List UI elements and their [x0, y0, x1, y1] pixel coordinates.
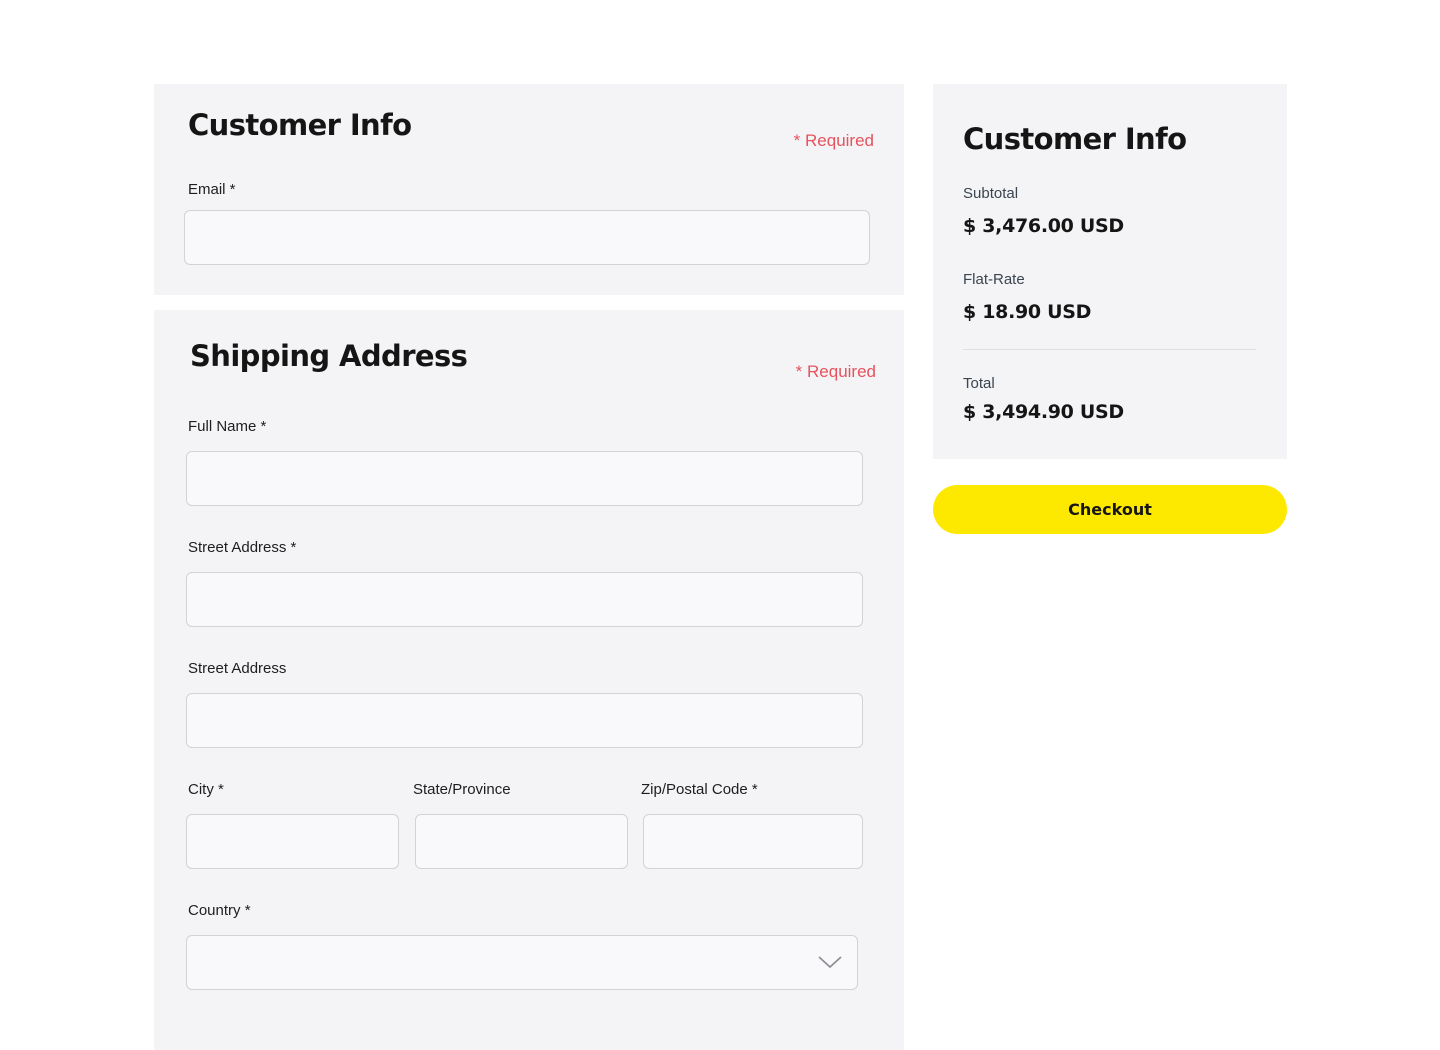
- required-note: * Required: [795, 362, 876, 381]
- city-label: City *: [188, 781, 224, 798]
- street-address-2-label: Street Address: [188, 660, 287, 677]
- total-label: Total: [963, 375, 995, 392]
- zip-label: Zip/Postal Code *: [641, 781, 758, 798]
- country-select[interactable]: [186, 935, 858, 990]
- city-field[interactable]: [186, 814, 399, 869]
- subtotal-value: $ 3,476.00 USD: [963, 215, 1124, 237]
- full-name-field[interactable]: [186, 451, 863, 506]
- required-note: * Required: [793, 131, 874, 150]
- zip-field[interactable]: [643, 814, 863, 869]
- state-label: State/Province: [413, 781, 511, 798]
- customer-info-title: Customer Info: [188, 108, 412, 142]
- order-summary-title: Customer Info: [963, 122, 1187, 156]
- state-field[interactable]: [415, 814, 628, 869]
- street-address-field[interactable]: [186, 572, 863, 627]
- summary-divider: [963, 349, 1256, 350]
- order-summary-panel: Customer Info Subtotal $ 3,476.00 USD Fl…: [933, 84, 1287, 459]
- checkout-button[interactable]: Checkout: [933, 485, 1287, 534]
- customer-info-panel: Customer Info * Required Email *: [154, 84, 904, 295]
- flat-rate-label: Flat-Rate: [963, 271, 1025, 288]
- chevron-down-icon: [818, 956, 842, 969]
- flat-rate-value: $ 18.90 USD: [963, 301, 1092, 323]
- shipping-address-panel: Shipping Address * Required Full Name * …: [154, 310, 904, 1050]
- total-value: $ 3,494.90 USD: [963, 401, 1124, 423]
- email-label: Email *: [188, 181, 236, 198]
- shipping-address-title: Shipping Address: [190, 339, 468, 373]
- full-name-label: Full Name *: [188, 418, 267, 435]
- street-address-2-field[interactable]: [186, 693, 863, 748]
- subtotal-label: Subtotal: [963, 185, 1019, 202]
- street-address-label: Street Address *: [188, 539, 297, 556]
- email-field[interactable]: [184, 210, 870, 265]
- country-label: Country *: [188, 902, 251, 919]
